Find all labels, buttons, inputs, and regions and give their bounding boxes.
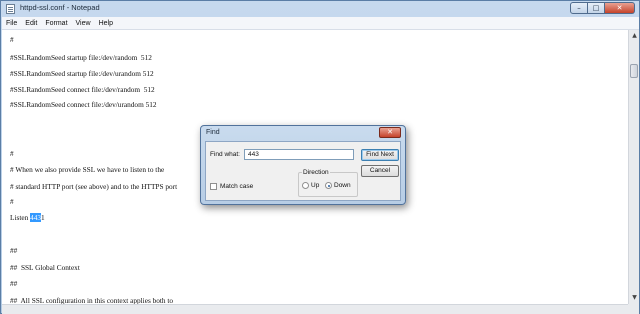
menu-format[interactable]: Format [41,20,71,27]
menu-file[interactable]: File [2,20,21,27]
editor-line: #SSLRandomSeed startup file:/dev/urandom… [10,69,154,78]
menu-view[interactable]: View [72,20,95,27]
close-button[interactable]: ✕ [605,2,635,14]
editor-line: #SSLRandomSeed startup file:/dev/random … [10,53,152,62]
title-bar[interactable]: httpd-ssl.conf - Notepad – □ ✕ [1,1,639,17]
find-next-button[interactable]: Find Next [361,149,399,161]
direction-down-label[interactable]: Down [334,182,351,189]
match-case-label[interactable]: Match case [220,183,253,190]
find-dialog: Find ✕ Find what: 443 Find Next Cancel D… [200,125,406,205]
editor-line: ## SSL Global Context [10,263,80,272]
direction-up-radio[interactable] [302,182,309,189]
editor-line: ## [10,279,18,288]
notepad-icon [6,4,15,14]
vertical-scrollbar[interactable]: ▲ ▼ [628,30,639,304]
find-dialog-close-button[interactable]: ✕ [379,127,401,138]
scrollbar-thumb[interactable] [630,64,638,78]
listen-line: Listen 4431 [10,213,45,222]
window-title: httpd-ssl.conf - Notepad [20,3,100,12]
menu-edit[interactable]: Edit [21,20,41,27]
editor-line: # [10,149,14,158]
listen-suffix: 1 [41,213,45,222]
listen-prefix: Listen [10,213,31,222]
match-case-checkbox[interactable] [210,183,217,190]
direction-down-radio[interactable] [325,182,332,189]
menu-help[interactable]: Help [95,20,117,27]
editor-line: ## All SSL configuration in this context… [10,296,174,304]
menu-bar: File Edit Format View Help [2,17,639,30]
window-controls: – □ ✕ [570,2,635,15]
editor-line: # When we also provide SSL we have to li… [10,165,165,174]
editor-line: # [10,197,14,206]
find-dialog-body: Find what: 443 Find Next Cancel Directio… [205,141,401,201]
minimize-button[interactable]: – [570,2,588,14]
horizontal-scrollbar[interactable] [2,304,628,314]
find-dialog-title: Find [206,129,220,136]
editor-line: ## [10,246,18,255]
editor-line: #SSLRandomSeed connect file:/dev/urandom… [10,100,157,109]
direction-up-label[interactable]: Up [311,182,319,189]
editor-line: # [10,35,14,44]
find-what-input[interactable]: 443 [244,149,354,160]
direction-label: Direction [302,169,330,176]
scrollbar-corner [628,304,639,314]
editor-line: # standard HTTP port (see above) and to … [10,182,178,191]
editor-line: #SSLRandomSeed connect file:/dev/random … [10,85,155,94]
maximize-button[interactable]: □ [588,2,605,14]
selected-text: 443 [30,213,42,222]
find-what-label: Find what: [210,151,240,158]
scroll-up-icon[interactable]: ▲ [630,31,639,40]
cancel-button[interactable]: Cancel [361,165,399,177]
scroll-down-icon[interactable]: ▼ [630,293,639,302]
